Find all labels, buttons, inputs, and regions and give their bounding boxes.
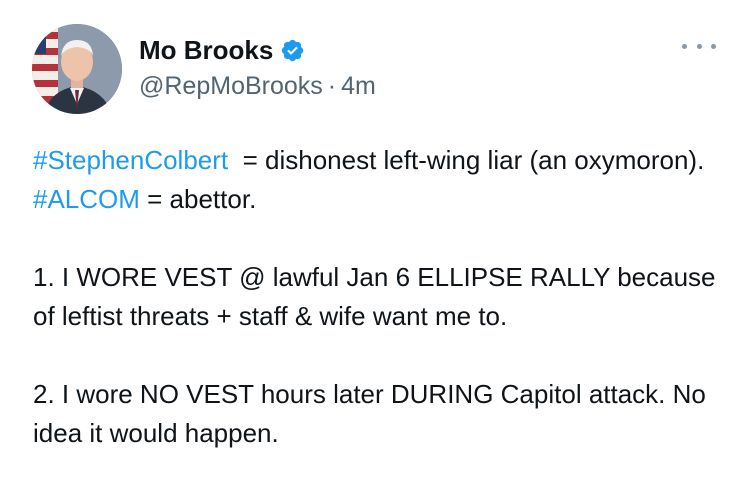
display-name[interactable]: Mo Brooks — [139, 35, 273, 66]
tweet-text: #StephenColbert = dishonest left-wing li… — [33, 141, 723, 453]
tweet-card[interactable]: Mo Brooks @RepMoBrooks · 4m #StephenColb… — [0, 0, 750, 504]
author-handle-row: @RepMoBrooks · 4m — [139, 72, 376, 101]
tweet-paragraph-3: 2. I wore NO VEST hours later DURING Cap… — [33, 379, 706, 448]
more-dot — [682, 43, 687, 49]
author-name-row: Mo Brooks — [139, 33, 305, 67]
tweet-paragraph-2: 1. I WORE VEST @ lawful Jan 6 ELLIPSE RA… — [33, 262, 716, 331]
more-options-icon[interactable] — [682, 34, 716, 58]
tweet-text-segment: = dishonest left-wing liar (an oxymoron)… — [228, 145, 712, 175]
avatar-image — [32, 24, 122, 114]
tweet-text-segment: = abettor. — [139, 184, 257, 214]
separator-dot: · — [327, 72, 337, 100]
tweet-timestamp[interactable]: 4m — [341, 72, 376, 101]
verified-badge-icon — [280, 38, 305, 63]
more-dot — [696, 43, 702, 49]
tweet-paragraph-1: #StephenColbert = dishonest left-wing li… — [33, 141, 723, 219]
hashtag-link[interactable]: #StephenColbert — [33, 145, 228, 175]
hashtag-link[interactable]: #ALCOM — [33, 184, 140, 214]
more-dot — [711, 43, 716, 49]
author-avatar[interactable] — [32, 24, 122, 114]
author-handle[interactable]: @RepMoBrooks — [139, 72, 323, 101]
